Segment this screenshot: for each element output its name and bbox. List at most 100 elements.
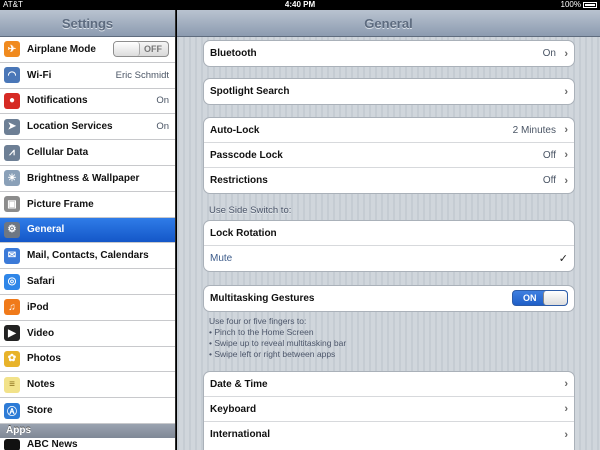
ipod-icon: ♫: [4, 299, 20, 316]
gear-icon: ⚙: [4, 221, 20, 238]
sidebar-item-label: General: [27, 224, 65, 236]
mail-icon: ✉: [4, 247, 20, 264]
sidebar-item-label: Notes: [27, 379, 55, 391]
restrictions-label: Restrictions: [210, 175, 268, 186]
chevron-right-icon: ›: [564, 403, 568, 415]
sidebar-item-wifi[interactable]: ◠ Wi-Fi Eric Schmidt: [0, 62, 175, 89]
sidebar-item-abc-news[interactable]: ABC News: [0, 437, 175, 450]
general-detail-pane: General Bluetooth On › Spotlight Search …: [177, 10, 600, 450]
sidebar-item-ipod[interactable]: ♫ iPod: [0, 294, 175, 321]
sidebar-item-airplane-mode[interactable]: ✈ Airplane Mode OFF: [0, 37, 175, 63]
chevron-right-icon: ›: [564, 47, 568, 60]
sidebar-item-video[interactable]: ▶ Video: [0, 320, 175, 347]
sidebar-item-label: Wi-Fi: [27, 69, 52, 81]
airplane-mode-toggle[interactable]: OFF: [113, 41, 169, 57]
lock-rotation-label: Lock Rotation: [210, 227, 277, 239]
spotlight-group: Spotlight Search ›: [203, 78, 575, 105]
sidebar-item-picture-frame[interactable]: ▣ Picture Frame: [0, 191, 175, 218]
gesture-note-line: • Pinch to the Home Screen: [209, 327, 314, 337]
multitasking-gestures-toggle[interactable]: ON: [512, 290, 568, 306]
lock-rotation-row[interactable]: Lock Rotation: [204, 221, 574, 246]
brightness-icon: ☀: [4, 170, 20, 187]
auto-lock-row[interactable]: Auto-Lock 2 Minutes ›: [204, 118, 574, 143]
location-icon: ➤: [4, 118, 20, 135]
sidebar-item-location-services[interactable]: ➤ Location Services On: [0, 114, 175, 141]
sidebar-item-label: ABC News: [27, 439, 78, 450]
sidebar-item-label: Safari: [27, 276, 55, 288]
sidebar-item-notes[interactable]: ≡ Notes: [0, 372, 175, 399]
sidebar-item-label: iPod: [27, 301, 49, 313]
chevron-right-icon: ›: [564, 149, 568, 161]
bluetooth-group: Bluetooth On ›: [203, 40, 575, 67]
restrictions-value: Off: [542, 175, 556, 186]
sidebar-item-safari[interactable]: ◎ Safari: [0, 269, 175, 295]
airplane-icon: ✈: [4, 41, 20, 58]
bluetooth-row[interactable]: Bluetooth On ›: [204, 41, 574, 66]
bluetooth-value: On: [542, 48, 556, 59]
sidebar-title: Settings: [0, 10, 175, 37]
mute-row[interactable]: Mute ✓: [204, 246, 574, 271]
page-title: General: [177, 10, 600, 37]
notifications-value: On: [156, 95, 169, 107]
spotlight-search-row[interactable]: Spotlight Search ›: [204, 79, 574, 104]
restrictions-row[interactable]: Restrictions Off ›: [204, 168, 574, 193]
sidebar-item-mail[interactable]: ✉ Mail, Contacts, Calendars: [0, 243, 175, 270]
gesture-note-line: • Swipe left or right between apps: [209, 349, 336, 359]
multitasking-group: Multitasking Gestures ON: [203, 285, 575, 312]
battery-icon: [583, 2, 597, 8]
chevron-right-icon: ›: [564, 85, 568, 98]
sidebar-item-photos[interactable]: ✿ Photos: [0, 346, 175, 373]
location-services-value: On: [156, 121, 169, 133]
apps-section-header: Apps: [0, 423, 175, 438]
sidebar-item-label: Notifications: [27, 95, 88, 107]
passcode-lock-value: Off: [542, 149, 556, 161]
battery-indicator: 100%: [561, 0, 597, 10]
wifi-icon: ◠: [4, 67, 20, 84]
wifi-network-value: Eric Schmidt: [115, 69, 169, 81]
sidebar-item-label: Brightness & Wallpaper: [27, 172, 140, 184]
date-time-row[interactable]: Date & Time ›: [204, 372, 574, 397]
international-row[interactable]: International ›: [204, 422, 574, 447]
multitasking-gestures-row: Multitasking Gestures ON: [204, 286, 574, 311]
side-switch-section-label: Use Side Switch to:: [209, 205, 292, 216]
chevron-right-icon: ›: [564, 378, 568, 390]
sidebar-item-label: Video: [27, 327, 55, 339]
multitasking-gestures-label: Multitasking Gestures: [210, 293, 315, 304]
sidebar-item-label: Location Services: [27, 121, 113, 133]
sidebar-item-general[interactable]: ⚙ General: [0, 217, 175, 244]
status-time: 4:40 PM: [284, 0, 316, 9]
gesture-note-line: • Swipe up to reveal multitasking bar: [209, 338, 347, 348]
gesture-notes: Use four or five fingers to: • Pinch to …: [209, 316, 346, 360]
sidebar-item-brightness-wallpaper[interactable]: ☀ Brightness & Wallpaper: [0, 165, 175, 192]
chevron-right-icon: ›: [564, 174, 568, 187]
settings-sidebar: Settings ✈ Airplane Mode OFF ◠ Wi-Fi Eri…: [0, 10, 176, 450]
sidebar-item-store[interactable]: Ⓐ Store: [0, 398, 175, 424]
keyboard-label: Keyboard: [210, 403, 257, 415]
sidebar-item-label: Photos: [27, 353, 61, 365]
picture-frame-icon: ▣: [4, 196, 20, 213]
sidebar-item-notifications[interactable]: ● Notifications On: [0, 88, 175, 115]
spotlight-search-label: Spotlight Search: [210, 86, 290, 97]
chevron-right-icon: ›: [564, 124, 568, 136]
bluetooth-label: Bluetooth: [210, 48, 257, 59]
notes-icon: ≡: [4, 376, 20, 393]
sidebar-item-label: Picture Frame: [27, 198, 94, 210]
abc-news-icon: [4, 438, 20, 450]
passcode-lock-row[interactable]: Passcode Lock Off ›: [204, 143, 574, 168]
chevron-right-icon: ›: [564, 428, 568, 441]
cellular-icon: ⩘: [4, 144, 20, 161]
sidebar-item-label: Mail, Contacts, Calendars: [27, 250, 149, 262]
date-keyboard-group: Date & Time › Keyboard › International ›: [203, 371, 575, 450]
mute-label: Mute: [210, 253, 233, 264]
sidebar-item-label: Cellular Data: [27, 147, 89, 159]
store-icon: Ⓐ: [4, 402, 20, 419]
notifications-icon: ●: [4, 92, 20, 109]
photos-icon: ✿: [4, 350, 20, 367]
battery-percent: 100%: [560, 0, 581, 9]
gesture-note-line: Use four or five fingers to:: [209, 316, 307, 326]
sidebar-item-cellular-data[interactable]: ⩘ Cellular Data: [0, 140, 175, 166]
sidebar-item-label: Store: [27, 405, 53, 417]
sidebar-item-label: Airplane Mode: [27, 43, 96, 55]
international-label: International: [210, 429, 271, 440]
keyboard-row[interactable]: Keyboard ›: [204, 397, 574, 422]
